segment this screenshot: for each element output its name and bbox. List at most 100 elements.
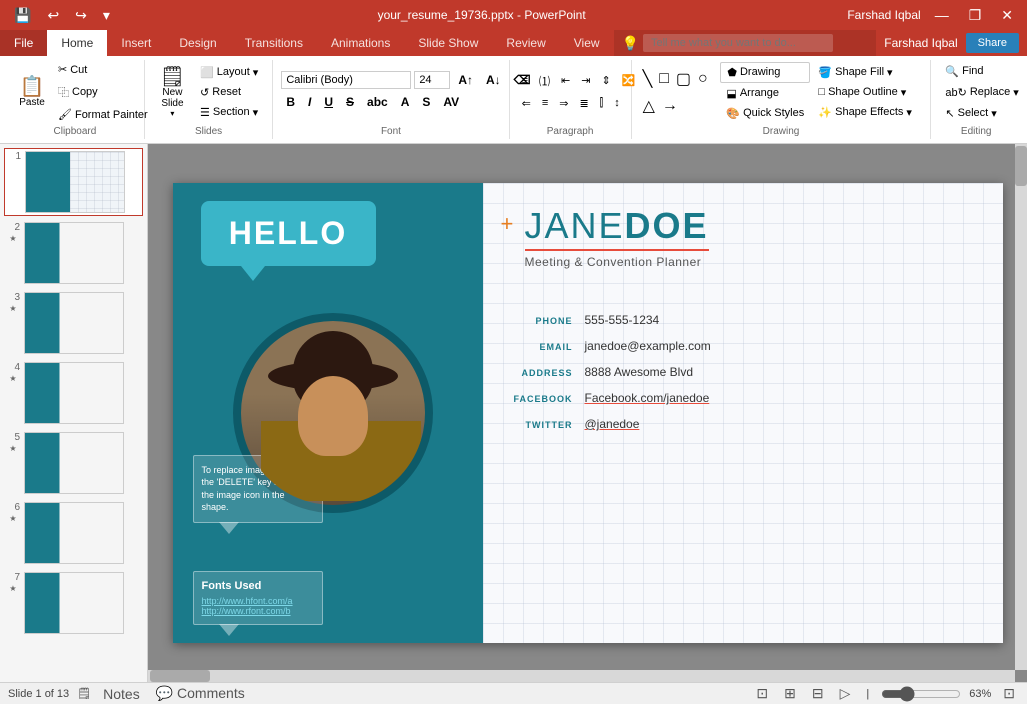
underline-button[interactable]: U <box>319 93 338 111</box>
tab-insert[interactable]: Insert <box>107 30 165 56</box>
new-slide-dropdown-icon: ▾ <box>170 109 174 118</box>
slideshow-view-btn[interactable]: ▷ <box>836 683 855 704</box>
redo-quick-btn[interactable]: ↪ <box>69 7 93 24</box>
font-color-button[interactable]: A <box>396 93 415 111</box>
line-spacing-btn[interactable]: ↕ <box>610 95 624 111</box>
slide-thumb-7[interactable]: 7 ★ <box>4 570 143 636</box>
vertical-scrollbar[interactable] <box>1015 144 1027 670</box>
slide-thumb-4[interactable]: 4 ★ <box>4 360 143 426</box>
tab-home[interactable]: Home <box>47 30 107 56</box>
slide-img-4 <box>24 362 124 424</box>
clipboard-label: Clipboard <box>14 124 136 139</box>
customize-quick-btn[interactable]: ▾ <box>97 7 116 24</box>
undo-quick-btn[interactable]: ↩ <box>41 7 65 24</box>
new-slide-button[interactable]: 🗒 New Slide ▾ <box>153 63 192 122</box>
shape-fill-button[interactable]: 🪣 Shape Fill ▾ <box>812 63 922 82</box>
normal-view-btn[interactable]: ⊡ <box>752 683 772 704</box>
char-spacing-button[interactable]: AV <box>438 93 464 111</box>
shape-outline-button[interactable]: □ Shape Outline ▾ <box>812 83 922 102</box>
tab-slideshow[interactable]: Slide Show <box>404 30 492 56</box>
shape-line-btn[interactable]: ╲ <box>640 66 656 92</box>
star-icon-5: ★ <box>9 444 16 453</box>
canvas-area[interactable]: HELLO <box>148 144 1027 682</box>
tab-file[interactable]: File <box>0 30 47 56</box>
status-notes-icon: 🗒 <box>77 687 91 700</box>
find-button[interactable]: 🔍 Find <box>939 62 989 81</box>
section-button[interactable]: ☰ Section ▾ <box>194 103 264 122</box>
name-area: JANEDOE Meeting & Convention Planner <box>525 205 709 269</box>
cut-button[interactable]: ✂ Cut <box>52 60 154 79</box>
tell-me-input[interactable] <box>643 34 833 52</box>
tab-view[interactable]: View <box>560 30 614 56</box>
strikethrough-button[interactable]: S <box>341 93 359 111</box>
zoom-slider[interactable] <box>881 686 961 702</box>
vertical-scroll-thumb[interactable] <box>1015 146 1027 186</box>
drawing-controls: ╲ □ ▢ ○ △ → ⬟ Drawing ⬓ Arrange <box>640 60 923 124</box>
italic-button[interactable]: I <box>303 93 316 111</box>
font-size-increase-btn[interactable]: A↑ <box>453 71 478 89</box>
slide-thumb-2[interactable]: 2 ★ <box>4 220 143 286</box>
tab-design[interactable]: Design <box>165 30 230 56</box>
shapes-gallery-btn[interactable]: ⬟ Drawing <box>720 62 810 83</box>
justify-btn[interactable]: ≣ <box>575 95 592 112</box>
address-value: 8888 Awesome Blvd <box>585 365 694 379</box>
indent-decrease-btn[interactable]: ⇤ <box>557 72 574 89</box>
text-direction-btn[interactable]: ⇕ <box>597 72 614 89</box>
slide-thumb-1[interactable]: 1 <box>4 148 143 216</box>
shape-outline-dropdown: ▾ <box>901 86 907 99</box>
restore-btn[interactable]: ❐ <box>963 7 988 24</box>
share-button[interactable]: Share <box>966 33 1019 53</box>
numbering-button[interactable]: ⑴ <box>535 71 554 91</box>
select-button[interactable]: ↖ Select ▾ <box>939 104 1002 123</box>
font-size-input[interactable] <box>414 71 450 89</box>
align-left-btn[interactable]: ⇐ <box>518 95 535 112</box>
slide-sorter-btn[interactable]: ⊞ <box>780 683 800 704</box>
notes-button[interactable]: Notes <box>99 684 144 704</box>
close-btn[interactable]: ✕ <box>995 7 1019 24</box>
font-link-1: http://www.hfont.com/a <box>202 596 314 606</box>
font-size-decrease-btn[interactable]: A↓ <box>481 71 506 89</box>
fit-slide-btn[interactable]: ⊡ <box>999 683 1019 704</box>
shape-rounded-btn[interactable]: ▢ <box>673 66 694 92</box>
slide-thumb-5[interactable]: 5 ★ <box>4 430 143 496</box>
align-right-btn[interactable]: ⇒ <box>555 95 572 112</box>
minimize-btn[interactable]: — <box>929 7 955 23</box>
text-shadow-button[interactable]: S <box>417 93 435 111</box>
tab-transitions[interactable]: Transitions <box>231 30 317 56</box>
shape-effects-button[interactable]: ✨ Shape Effects ▾ <box>812 103 922 122</box>
slides-group: 🗒 New Slide ▾ ⬜ Layout ▾ ↺ Reset ☰ <box>145 60 273 139</box>
layout-button[interactable]: ⬜ Layout ▾ <box>194 63 264 82</box>
format-painter-button[interactable]: 🖌 Format Painter <box>52 105 154 124</box>
columns-btn[interactable]: ⫿ <box>596 95 608 112</box>
reset-button[interactable]: ↺ Reset <box>194 83 264 102</box>
shape-rect-btn[interactable]: □ <box>656 66 672 92</box>
comments-button[interactable]: 💬 Comments <box>152 683 249 704</box>
small-caps-button[interactable]: abc <box>362 93 393 111</box>
indent-increase-btn[interactable]: ⇥ <box>577 72 594 89</box>
tab-animations[interactable]: Animations <box>317 30 404 56</box>
align-center-btn[interactable]: ≡ <box>538 95 552 111</box>
facebook-label: FACEBOOK <box>503 394 573 404</box>
shape-arrow-btn[interactable]: → <box>659 93 681 119</box>
reading-view-btn[interactable]: ⊟ <box>808 683 828 704</box>
paragraph-label: Paragraph <box>518 124 623 139</box>
save-quick-btn[interactable]: 💾 <box>8 7 37 24</box>
shape-triangle-btn[interactable]: △ <box>640 93 658 119</box>
paste-button[interactable]: 📋 Paste <box>14 67 50 117</box>
bold-button[interactable]: B <box>281 93 300 111</box>
layout-dropdown-icon: ▾ <box>253 66 259 79</box>
horizontal-scrollbar[interactable] <box>148 670 1015 682</box>
bullets-button[interactable]: ≡ <box>518 73 532 89</box>
font-name-input[interactable] <box>281 71 411 89</box>
horizontal-scroll-thumb[interactable] <box>150 670 210 682</box>
copy-button[interactable]: ⿻ Copy <box>52 81 154 103</box>
tab-review[interactable]: Review <box>492 30 559 56</box>
slide-thumb-3[interactable]: 3 ★ <box>4 290 143 356</box>
replace-button[interactable]: ab↻ Replace ▾ <box>939 83 1024 102</box>
slide-thumb-6[interactable]: 6 ★ <box>4 500 143 566</box>
shape-oval-btn[interactable]: ○ <box>695 66 711 92</box>
slide-num-4: 4 <box>6 362 20 373</box>
facebook-row: FACEBOOK Facebook.com/janedoe <box>503 391 993 405</box>
arrange-button[interactable]: ⬓ Arrange <box>720 84 810 103</box>
quick-styles-btn[interactable]: 🎨 Quick Styles <box>720 104 810 123</box>
